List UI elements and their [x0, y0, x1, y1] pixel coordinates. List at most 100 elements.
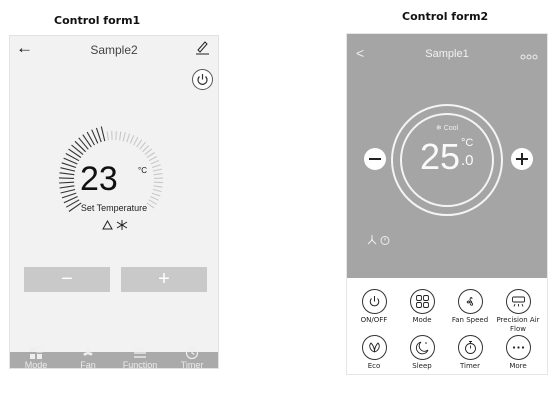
button-circle [505, 289, 531, 314]
dial-tick [153, 185, 163, 188]
nav-item-mode[interactable]: Mode [10, 346, 62, 368]
function-label: Eco [367, 362, 381, 370]
dial-tick [78, 137, 89, 150]
device-title: Sample2 [90, 43, 138, 57]
eco-button[interactable]: Eco [351, 335, 397, 371]
dial-tick [60, 167, 76, 172]
button-circle [457, 335, 483, 360]
temperature-value: 25 [420, 136, 461, 177]
increase-button[interactable]: + [121, 267, 207, 292]
nav-label: Mode [24, 360, 48, 368]
nav-item-function[interactable]: Function [114, 348, 166, 368]
sleep-button[interactable]: Sleep [399, 335, 445, 371]
control-form2: < Sample1 ❄ Cool 25 °C .0 ON/OFF Mode Fa… [347, 34, 547, 374]
function-label: Precision Air Flow [496, 316, 540, 333]
dial-tick [150, 159, 160, 165]
button-circle [409, 335, 435, 360]
function-label: Mode [412, 316, 432, 324]
fan-icon [466, 297, 473, 306]
temperature-unit: °C [461, 137, 474, 149]
more-icon [512, 346, 524, 349]
dial-tick [133, 136, 139, 146]
dial-tick [60, 188, 76, 194]
dial-tick [100, 126, 106, 142]
clock-icon [185, 346, 199, 360]
button-circle [361, 335, 387, 360]
mode-icon [30, 346, 43, 359]
menu-icon [134, 348, 146, 358]
dial-tick [144, 148, 153, 156]
dial-tick [59, 185, 75, 189]
precision-air-flow-button[interactable]: Precision Air Flow [495, 289, 541, 334]
snowflake-icon: ❄ [435, 125, 442, 132]
stopwatch-icon [464, 341, 476, 354]
timer-button[interactable]: Timer [447, 335, 493, 371]
button-circle [457, 289, 483, 314]
dial-tick [152, 168, 162, 172]
decrease-button[interactable] [364, 148, 386, 170]
nav-label: Fan [80, 360, 96, 368]
dial-tick [152, 188, 162, 193]
power-icon [197, 74, 208, 85]
control-form1: ← Sample2 23 °C Set Temperature − + Mode [10, 36, 218, 368]
set-temperature-label: Set Temperature [80, 203, 148, 213]
dial-tick [148, 155, 158, 162]
dial-tick [59, 181, 75, 184]
edit-icon[interactable] [194, 39, 210, 55]
dial-tick [58, 177, 75, 179]
status-icons [367, 235, 390, 245]
dial-tick [151, 192, 161, 197]
caption-form1: Control form1 [54, 14, 141, 27]
nav-label: Timer [180, 360, 204, 368]
temperature-value: 23 [80, 160, 118, 198]
header: ← Sample2 [10, 36, 218, 64]
dial-tick [74, 140, 86, 153]
dial-tick [95, 127, 102, 143]
button-circle [361, 289, 387, 314]
mode-icon [415, 295, 429, 308]
bottom-nav: Mode Fan Function Timer [10, 346, 218, 368]
caption-form2: Control form2 [402, 10, 489, 23]
dial-tick [142, 145, 150, 153]
increase-button[interactable] [511, 148, 533, 170]
moon-icon [415, 341, 428, 355]
dial-tick [129, 134, 135, 144]
dial-tick [151, 164, 161, 169]
mode-indicator: ❄ Cool [347, 124, 547, 132]
on-off-button[interactable]: ON/OFF [351, 289, 397, 325]
device-title: Sample1 [425, 48, 469, 60]
leaf-icon [368, 342, 380, 353]
dial-tick [61, 162, 77, 169]
dial-tick [146, 152, 155, 158]
more-button[interactable]: More [495, 335, 541, 371]
dial-tick [153, 173, 163, 176]
power-button[interactable] [192, 69, 213, 90]
dial-tick [71, 144, 84, 156]
air-flow-icon [511, 296, 525, 307]
nav-item-timer[interactable]: Timer [166, 346, 218, 368]
function-label: Timer [459, 362, 480, 370]
button-circle [505, 335, 531, 360]
control-panel: < Sample1 ❄ Cool 25 °C .0 [347, 34, 547, 278]
temperature-unit: °C [138, 166, 147, 175]
function-label: Sleep [412, 362, 432, 370]
more-options-icon[interactable] [520, 54, 538, 60]
decrease-button[interactable]: − [24, 267, 110, 292]
fan-speed-button[interactable]: Fan Speed [447, 289, 493, 325]
mode-button[interactable]: Mode [399, 289, 445, 325]
power-icon [369, 296, 379, 307]
status-icons [102, 219, 128, 230]
nav-item-fan[interactable]: Fan [62, 348, 114, 368]
function-label: ON/OFF [360, 316, 388, 324]
function-label: More [509, 362, 527, 370]
dial-tick [61, 192, 77, 199]
function-label: Fan Speed [451, 316, 489, 324]
dial-tick [150, 195, 159, 201]
dial-tick [122, 132, 126, 142]
nav-label: Function [122, 360, 158, 368]
temperature-decimal: .0 [461, 152, 474, 169]
dial-tick [126, 133, 131, 143]
dial-tick [136, 139, 143, 148]
dial-tick [106, 131, 109, 141]
button-circle [409, 289, 435, 314]
